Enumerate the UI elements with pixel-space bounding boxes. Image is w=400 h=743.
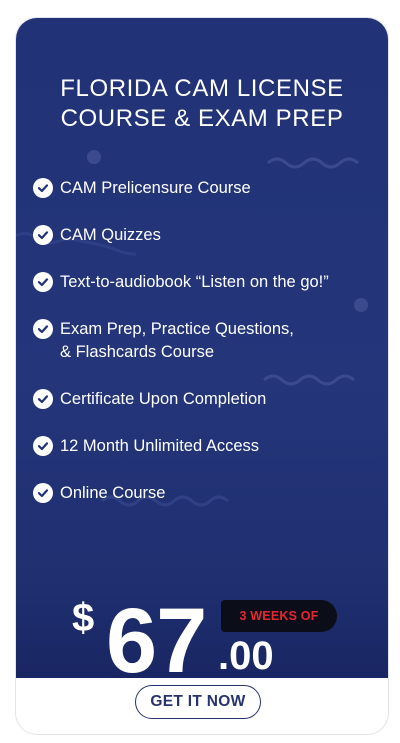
card-title: FLORIDA CAM LICENSE COURSE & EXAM PREP <box>16 74 388 134</box>
check-circle-icon <box>33 389 53 409</box>
check-circle-icon <box>33 436 53 456</box>
card-title-line2: COURSE & EXAM PREP <box>60 105 344 132</box>
feature-item: CAM Quizzes <box>33 225 161 247</box>
price-amount: 67 <box>106 590 207 692</box>
feature-item: Online Course <box>33 483 165 505</box>
feature-label: Exam Prep, Practice Questions, & Flashca… <box>60 318 294 364</box>
feature-label: 12 Month Unlimited Access <box>60 437 260 455</box>
feature-label: Online Course <box>60 484 166 502</box>
pricing-card: FLORIDA CAM LICENSE COURSE & EXAM PREP C… <box>15 17 389 735</box>
feature-label: Certificate Upon Completion <box>60 390 267 408</box>
feature-item: CAM Prelicensure Course <box>33 178 251 200</box>
card-header-panel: FLORIDA CAM LICENSE COURSE & EXAM PREP C… <box>16 18 388 689</box>
feature-label-line1: Exam Prep, Practice Questions, <box>60 320 294 338</box>
check-circle-icon <box>33 272 53 292</box>
decor-squiggle <box>263 374 355 386</box>
duration-badge: 3 WEEKS OF <box>221 600 337 632</box>
check-circle-icon <box>33 225 53 245</box>
decor-squiggle <box>267 157 359 169</box>
feature-label: CAM Quizzes <box>60 226 161 244</box>
decor-dot <box>354 298 368 312</box>
check-circle-icon <box>33 483 53 503</box>
feature-item: 12 Month Unlimited Access <box>33 436 259 458</box>
feature-item: Exam Prep, Practice Questions, & Flashca… <box>33 319 294 364</box>
decor-dot <box>87 150 101 164</box>
price-cents: .00 <box>218 634 274 678</box>
feature-label: CAM Prelicensure Course <box>60 179 251 197</box>
card-title-line1: FLORIDA CAM LICENSE <box>60 75 344 102</box>
get-it-now-button[interactable]: GET IT NOW <box>135 685 261 719</box>
feature-item: Text-to-audiobook “Listen on the go!” <box>33 272 329 294</box>
feature-label-line2: & Flashcards Course <box>60 343 215 361</box>
price-currency: $ <box>72 596 95 640</box>
check-circle-icon <box>33 178 53 198</box>
feature-item: Certificate Upon Completion <box>33 389 266 411</box>
feature-label: Text-to-audiobook “Listen on the go!” <box>60 273 329 291</box>
check-circle-icon <box>33 319 53 339</box>
